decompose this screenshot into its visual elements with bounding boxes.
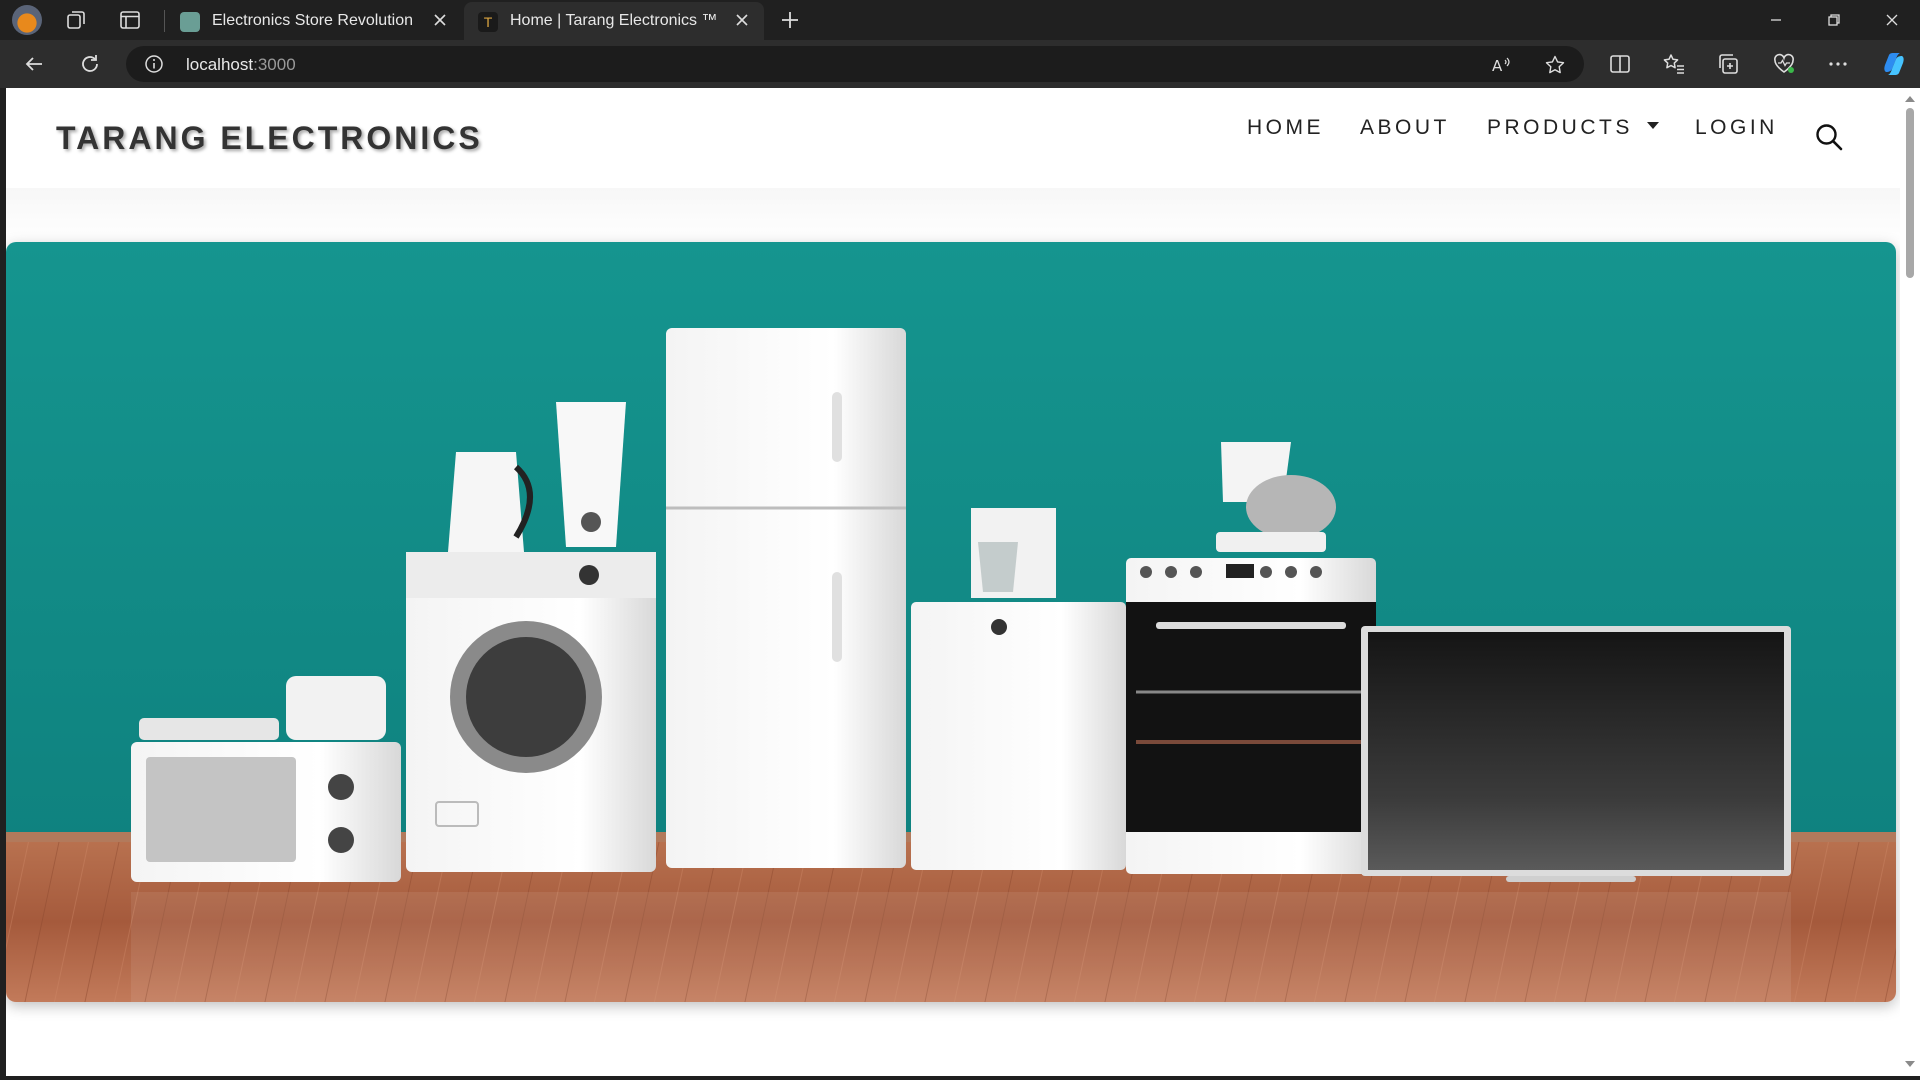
url-host: localhost [186,55,254,74]
browser-essentials-icon[interactable] [1772,52,1796,76]
tab-separator [164,10,165,32]
close-tab-icon[interactable] [430,10,450,30]
tab-electronics-store-revolution[interactable]: Electronics Store Revolution [166,2,462,40]
split-screen-icon[interactable] [1608,52,1632,76]
favorites-icon[interactable] [1662,52,1686,76]
brand-logo-text[interactable]: TARANG ELECTRONICS [56,120,483,157]
tab-home-tarang-electronics[interactable]: T Home | Tarang Electronics ™ [464,2,764,40]
new-tab-icon[interactable] [778,8,802,32]
navbar-spacer [6,188,1900,244]
read-aloud-icon[interactable]: A [1490,54,1512,76]
copilot-icon[interactable] [1880,50,1908,78]
close-window-icon[interactable] [1878,6,1906,34]
refresh-icon[interactable] [78,52,102,76]
restore-icon[interactable] [1820,6,1848,34]
more-options-icon[interactable] [1826,52,1850,76]
page-viewport: TARANG ELECTRONICS HOME ABOUT PRODUCTS L… [6,88,1900,1076]
hero-appliances-image [6,242,1896,1002]
collections-icon[interactable] [1716,52,1740,76]
close-tab-icon[interactable] [732,10,752,30]
search-icon[interactable] [1814,122,1844,152]
tab-title: Electronics Store Revolution [212,12,413,29]
nav-products-dropdown[interactable]: PRODUCTS [1487,116,1659,140]
tab-actions-icon[interactable] [118,8,142,32]
hero-banner [6,242,1896,1002]
tarang-favicon-icon: T [478,12,498,32]
scrollbar-thumb[interactable] [1906,108,1914,278]
nav-products-label: PRODUCTS [1487,116,1633,139]
site-navbar: TARANG ELECTRONICS HOME ABOUT PRODUCTS L… [6,88,1900,188]
page-scrollbar[interactable] [1900,88,1920,1076]
minimize-icon[interactable] [1762,6,1790,34]
profile-avatar-icon[interactable] [12,5,42,35]
nav-about-link[interactable]: ABOUT [1360,116,1450,140]
chat-favicon-icon [180,12,200,32]
url-text: localhost:3000 [186,55,296,75]
favorite-star-icon[interactable] [1544,54,1566,76]
nav-login-link[interactable]: LOGIN [1695,116,1778,140]
scroll-up-arrow-icon[interactable] [1904,93,1916,105]
back-arrow-icon[interactable] [22,52,46,76]
tab-title: Home | Tarang Electronics ™ [510,12,718,29]
browser-toolbar: localhost:3000 A [0,40,1920,88]
browser-tab-strip: Electronics Store Revolution T Home | Ta… [0,0,1920,40]
svg-text:A: A [1492,57,1503,75]
address-bar[interactable]: localhost:3000 A [126,46,1584,82]
url-port: :3000 [253,55,296,74]
site-info-icon[interactable] [144,54,164,74]
scroll-down-arrow-icon[interactable] [1904,1058,1916,1070]
dropdown-caret-icon [1646,121,1659,129]
nav-home-link[interactable]: HOME [1247,116,1324,140]
workspaces-icon[interactable] [64,8,88,32]
